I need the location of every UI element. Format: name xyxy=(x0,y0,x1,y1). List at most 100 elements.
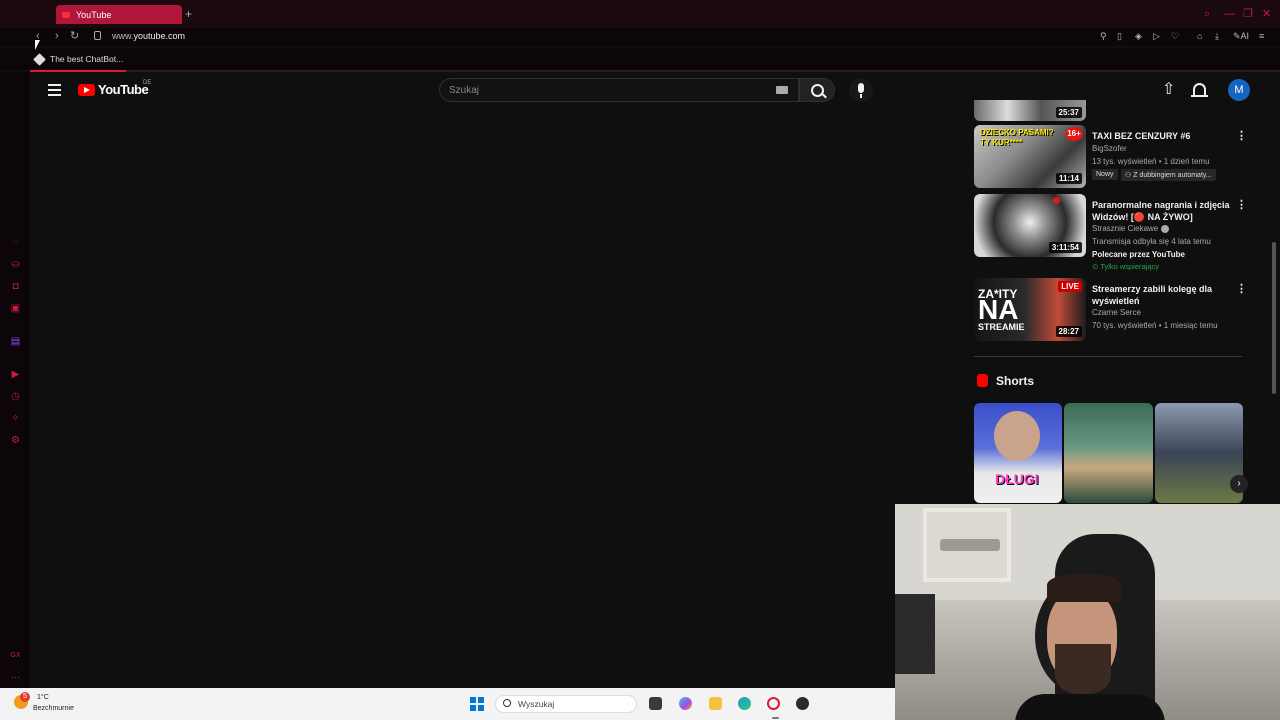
more-actions-icon[interactable]: ⋮ xyxy=(1236,284,1247,295)
channel-label: Strasznie Ciekawe xyxy=(1092,224,1159,233)
promo-label: Polecane przez YouTube xyxy=(1092,250,1185,259)
copilot-icon[interactable] xyxy=(679,697,692,710)
menu-icon[interactable]: ≡ xyxy=(1259,31,1264,41)
adblock-icon[interactable]: ◈ xyxy=(1135,31,1142,41)
short-thumbnail[interactable]: DŁUGI xyxy=(974,403,1062,503)
video-duration: 28:27 xyxy=(1055,326,1082,337)
reload-icon[interactable]: ↻ xyxy=(70,30,79,42)
opera-gx-taskbar-icon[interactable] xyxy=(767,697,780,719)
keyboard-icon[interactable] xyxy=(776,86,788,94)
video-duration: 25:37 xyxy=(1055,107,1082,118)
channel-name[interactable]: Czarne Serce xyxy=(1092,308,1141,317)
live-dot-icon xyxy=(1053,197,1060,204)
list-item[interactable]: 25:37 xyxy=(974,100,1244,122)
shorts-title: Shorts xyxy=(996,374,1035,388)
history-icon[interactable]: ◷ xyxy=(10,391,21,402)
gx-icon[interactable]: GX xyxy=(10,650,21,661)
task-view-icon[interactable] xyxy=(649,697,662,710)
more-actions-icon[interactable]: ⋮ xyxy=(1236,131,1247,142)
upload-icon[interactable]: ⇧ xyxy=(1162,82,1175,98)
video-thumbnail[interactable]: ZA*ITY NA STREAMIE LIVE 28:27 xyxy=(974,278,1086,341)
start-button[interactable] xyxy=(470,697,484,711)
aria-sidebar-icon[interactable]: ◌ xyxy=(10,237,21,248)
short-text: DŁUGI xyxy=(995,471,1039,487)
guide-menu-icon[interactable] xyxy=(48,84,61,96)
video-thumbnail[interactable]: 3:11:54 xyxy=(974,194,1086,257)
thumbnail-text: DZIECKO PASAMI? TY KUR**** xyxy=(980,128,1054,147)
close-icon[interactable]: ✕ xyxy=(1262,9,1271,20)
tab-youtube[interactable]: YouTube xyxy=(56,5,182,24)
channel-name[interactable]: Strasznie Ciekawe xyxy=(1092,224,1170,233)
youtube-play-icon xyxy=(78,83,95,96)
player-sidebar-icon[interactable]: ▶ xyxy=(10,369,21,380)
list-item[interactable]: DZIECKO PASAMI? TY KUR**** 16+ 11:14 TAX… xyxy=(974,125,1247,191)
aria-icon[interactable]: ✎AI xyxy=(1233,31,1249,41)
person-shirt xyxy=(1015,694,1165,720)
search-button[interactable] xyxy=(799,78,835,102)
edge-icon[interactable] xyxy=(738,697,751,710)
video-meta: 70 tys. wyświetleń • 1 miesiąc temu xyxy=(1092,321,1218,330)
lock-icon[interactable] xyxy=(94,31,101,40)
shorts-next-icon[interactable]: › xyxy=(1230,475,1248,493)
messenger-icon[interactable]: ⛀ xyxy=(10,259,21,270)
forward-icon[interactable]: › xyxy=(55,30,59,42)
new-tab-icon[interactable]: + xyxy=(185,8,192,20)
more-icon[interactable]: … xyxy=(10,670,21,681)
furniture xyxy=(895,594,935,674)
minimize-icon[interactable]: — xyxy=(1224,9,1235,20)
maximize-icon[interactable]: ❐ xyxy=(1243,9,1253,20)
file-explorer-icon[interactable] xyxy=(709,697,722,710)
more-actions-icon[interactable]: ⋮ xyxy=(1236,200,1247,211)
settings-icon[interactable]: ⚙ xyxy=(10,435,21,446)
verified-icon xyxy=(1161,224,1170,233)
short-thumbnail[interactable] xyxy=(1155,403,1243,503)
members-only-badge: ⊙ Tylko wspierający xyxy=(1092,262,1159,271)
extensions-icon[interactable]: ✧ xyxy=(10,413,21,424)
notifications-icon[interactable] xyxy=(1191,83,1208,97)
search-input[interactable] xyxy=(449,83,769,97)
wallet-icon[interactable]: ⌂ xyxy=(1197,31,1202,41)
avatar[interactable]: M xyxy=(1228,79,1250,101)
mouse-cursor xyxy=(35,40,40,50)
youtube-logo[interactable]: YouTube xyxy=(78,82,149,97)
url-host: youtube.com xyxy=(133,31,186,41)
taskbar-search[interactable] xyxy=(495,695,637,713)
dubbing-badge: ⚇ Z dubbingiem automaty... xyxy=(1121,169,1216,181)
bookmark-chatbot[interactable]: The best ChatBot... xyxy=(33,52,123,66)
voice-search-icon[interactable] xyxy=(849,78,873,102)
download-icon[interactable]: ⤓ xyxy=(1215,31,1219,41)
scrollbar[interactable] xyxy=(1272,242,1276,394)
thumbnail-text-2: NA xyxy=(978,294,1019,325)
player-icon[interactable]: ▷ xyxy=(1153,31,1160,41)
video-meta: 13 tys. wyświetleń • 1 dzień temu xyxy=(1092,157,1210,166)
bookmark-icon[interactable]: ▯ xyxy=(1117,31,1122,41)
short-face xyxy=(994,411,1040,461)
webcam-overlay xyxy=(895,504,1280,720)
pin-icon[interactable]: ⚲ xyxy=(1100,31,1107,41)
windows-taskbar xyxy=(0,688,895,720)
live-badge: LIVE xyxy=(1058,281,1082,292)
taskbar-search-label[interactable]: Wyszukaj xyxy=(518,699,554,709)
dubbing-icon: ⚇ xyxy=(1125,172,1132,179)
thumbnail-text-3: STREAMIE xyxy=(978,322,1025,332)
mail-icon[interactable]: ▣ xyxy=(10,303,21,314)
twitch-icon[interactable]: ▤ xyxy=(10,336,21,347)
short-thumbnail[interactable] xyxy=(1064,403,1153,503)
new-badge: Nowy xyxy=(1092,169,1118,180)
video-title[interactable]: Paranormalne nagrania i zdjęcia Widzów! … xyxy=(1092,199,1232,223)
video-thumbnail[interactable]: DZIECKO PASAMI? TY KUR**** 16+ 11:14 xyxy=(974,125,1086,188)
video-title[interactable]: TAXI BEZ CENZURY #6 xyxy=(1092,130,1232,142)
instagram-icon[interactable]: ◘ xyxy=(10,281,21,292)
video-title[interactable]: Streamerzy zabili kolegę dla wyświetleń xyxy=(1092,283,1232,307)
channel-name[interactable]: BigSzofer xyxy=(1092,144,1127,153)
weather-temperature[interactable]: 1°C xyxy=(37,694,49,701)
list-item[interactable]: 3:11:54 Paranormalne nagrania i zdjęcia … xyxy=(974,194,1247,274)
search-tabs-icon[interactable]: ⌕ xyxy=(1204,9,1210,20)
weather-description[interactable]: Bezchmurnie xyxy=(33,705,74,712)
app-icon[interactable] xyxy=(796,697,809,710)
url-field[interactable]: www.youtube.com xyxy=(112,31,185,41)
list-item[interactable]: ZA*ITY NA STREAMIE LIVE 28:27 Streamerzy… xyxy=(974,278,1247,344)
opera-sidebar xyxy=(0,72,30,688)
heart-icon[interactable]: ♡ xyxy=(1171,31,1179,41)
video-thumbnail[interactable]: 25:37 xyxy=(974,100,1086,121)
